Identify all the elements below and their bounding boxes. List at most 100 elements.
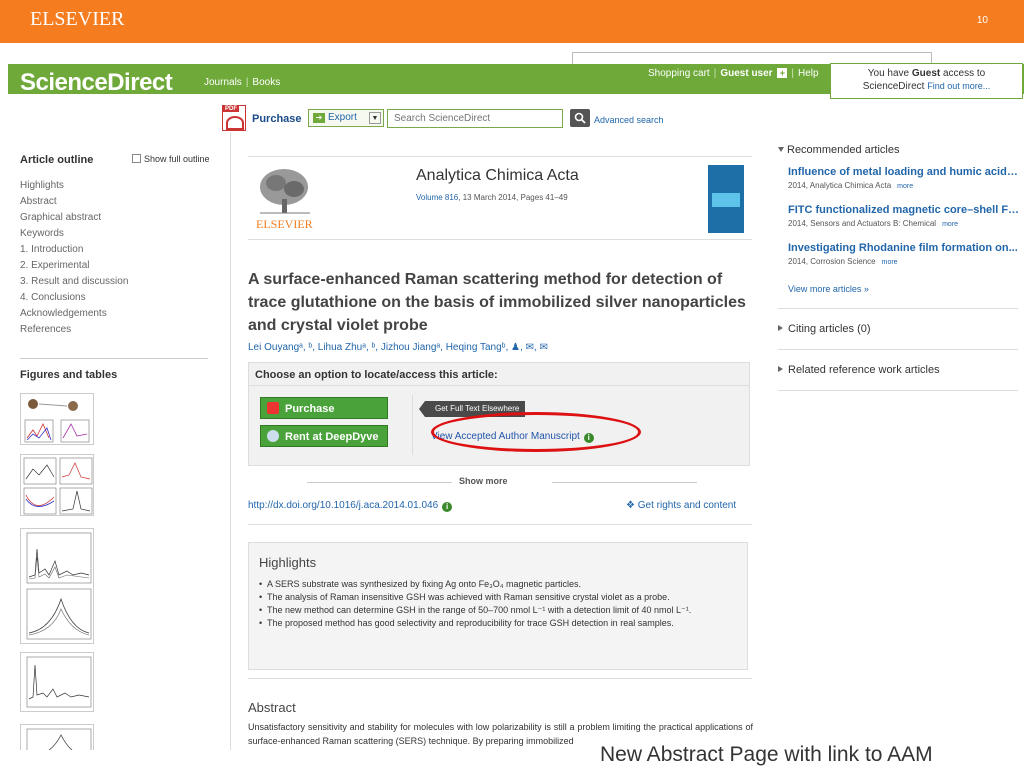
- highlights-list: A SERS substrate was synthesized by fixi…: [259, 578, 737, 630]
- more-link[interactable]: more: [882, 259, 898, 266]
- divider: [20, 358, 208, 359]
- divider: [248, 524, 752, 525]
- outline-item[interactable]: Highlights: [20, 178, 210, 194]
- recommended-article-meta: 2014, Analytica Chimica Acta more: [788, 181, 914, 190]
- nav-books[interactable]: Books: [252, 77, 280, 88]
- highlight-item: A SERS substrate was synthesized by fixi…: [259, 578, 737, 591]
- figures-title: Figures and tables: [20, 369, 118, 381]
- article-title: A surface-enhanced Raman scattering meth…: [248, 271, 746, 334]
- recommended-article-meta: 2014, Sensors and Actuators B: Chemical m…: [788, 219, 959, 228]
- outline-item[interactable]: 2. Experimental: [20, 258, 210, 274]
- figure-thumbnail[interactable]: [20, 528, 94, 644]
- article-main: ELSEVIER Analytica Chimica Acta Volume 8…: [230, 132, 760, 750]
- rent-deepdyve-button[interactable]: Rent at DeepDyve: [260, 425, 388, 447]
- nav-journals[interactable]: Journals: [204, 77, 242, 88]
- divider: [412, 395, 413, 455]
- outline-item[interactable]: Graphical abstract: [20, 210, 210, 226]
- journal-title[interactable]: Analytica Chimica Acta: [416, 167, 579, 185]
- purchase-pdf-link[interactable]: Purchase: [252, 113, 302, 125]
- show-more-toggle[interactable]: Show more: [307, 476, 697, 488]
- doi-link[interactable]: http://dx.doi.org/10.1016/j.aca.2014.01.…: [248, 500, 453, 512]
- slide-caption: New Abstract Page with link to AAM: [600, 743, 933, 766]
- outline-item[interactable]: 1. Introduction: [20, 242, 210, 258]
- article-toolbar: PDF Purchase ➔Export ▼ Advanced search: [222, 105, 702, 135]
- browser-screenshot: ScienceDirect Journals | Books Shopping ca…: [0, 48, 1024, 750]
- figure-thumbnail[interactable]: [20, 652, 94, 712]
- checkbox[interactable]: [132, 154, 141, 163]
- outline-item[interactable]: Acknowledgements: [20, 306, 210, 322]
- collapse-icon: [778, 147, 784, 152]
- info-icon[interactable]: i: [442, 502, 453, 512]
- recommended-articles-header[interactable]: Recommended articles: [778, 144, 1018, 156]
- outline-item[interactable]: Keywords: [20, 226, 210, 242]
- sciencedirect-logo[interactable]: ScienceDirect: [20, 69, 173, 97]
- elsevier-logo-text: ELSEVIER: [256, 217, 313, 231]
- slide-header-bar: ELSEVIER 10: [0, 0, 1024, 43]
- shopping-cart-link[interactable]: Shopping cart: [648, 68, 710, 79]
- author-list[interactable]: Lei Ouyangᵃ, ᵇ, Lihua Zhuᵃ, ᵇ, Jizhou Ji…: [248, 342, 548, 353]
- top-nav: Journals | Books: [204, 77, 281, 88]
- abstract-title: Abstract: [248, 700, 296, 715]
- expand-icon: [778, 325, 783, 331]
- help-link[interactable]: Help: [798, 68, 819, 79]
- outline-item[interactable]: 3. Result and discussion: [20, 274, 210, 290]
- rights-icon: ❖: [626, 500, 635, 511]
- recommended-article: FITC functionalized magnetic core–shell …: [778, 204, 1020, 228]
- purchase-button[interactable]: Purchase: [260, 397, 388, 419]
- slide-page-number: 10: [976, 15, 988, 26]
- figure-thumbnail[interactable]: [20, 454, 94, 516]
- outline-item[interactable]: Abstract: [20, 194, 210, 210]
- expand-icon: [778, 366, 783, 372]
- highlight-item: The proposed method has good selectivity…: [259, 617, 737, 630]
- highlight-item: The new method can determine GSH in the …: [259, 604, 737, 617]
- recommended-article-title[interactable]: Investigating Rhodanine film formation o…: [788, 242, 1020, 254]
- slide-brand: ELSEVIER: [30, 8, 125, 30]
- volume-link[interactable]: Volume 816: [416, 193, 458, 202]
- deepdyve-icon: [267, 430, 279, 442]
- journal-volume: Volume 816, 13 March 2014, Pages 41–49: [416, 193, 568, 202]
- outline-item[interactable]: 4. Conclusions: [20, 290, 210, 306]
- figure-thumbnail[interactable]: [20, 724, 94, 750]
- figure-thumbnail[interactable]: [20, 393, 94, 445]
- show-full-outline-toggle[interactable]: Show full outline: [132, 154, 210, 164]
- pdf-icon: [267, 402, 279, 414]
- related-reference-section[interactable]: Related reference work articles: [778, 350, 1018, 390]
- highlights-box: Highlights A SERS substrate was synthesi…: [248, 542, 748, 670]
- divider: [778, 390, 1018, 391]
- access-heading: Choose an option to locate/access this a…: [255, 369, 498, 381]
- citing-articles-section[interactable]: Citing articles (0): [778, 309, 1018, 349]
- search-button[interactable]: [570, 109, 590, 127]
- journal-cover-image[interactable]: [708, 165, 744, 233]
- access-options-box: Choose an option to locate/access this a…: [248, 362, 750, 466]
- right-sidebar: Recommended articles Influence of metal …: [778, 144, 1020, 391]
- expand-icon[interactable]: +: [777, 68, 788, 78]
- highlight-annotation-oval: [431, 412, 641, 452]
- search-input[interactable]: [387, 109, 563, 128]
- outline-list: Highlights Abstract Graphical abstract K…: [20, 178, 210, 338]
- pdf-icon[interactable]: PDF: [222, 105, 246, 131]
- recommended-article-title[interactable]: FITC functionalized magnetic core–shell …: [788, 204, 1020, 216]
- outline-item[interactable]: References: [20, 322, 210, 338]
- more-link[interactable]: more: [942, 221, 958, 228]
- find-out-more-link[interactable]: Find out more...: [927, 81, 990, 91]
- recommended-article-title[interactable]: Influence of metal loading and humic aci…: [788, 166, 1020, 178]
- guest-access-notice: You have Guest access to ScienceDirect F…: [830, 63, 1023, 99]
- advanced-search-link[interactable]: Advanced search: [594, 115, 664, 125]
- get-rights-link[interactable]: ❖ Get rights and content: [626, 500, 736, 511]
- user-menu: Shopping cart | Guest user + | Help: [648, 68, 819, 79]
- more-link[interactable]: more: [897, 183, 913, 190]
- recommended-article: Influence of metal loading and humic aci…: [778, 166, 1020, 190]
- chevron-down-icon: ▼: [369, 112, 381, 124]
- article-outline-panel: Article outline Show full outline Highli…: [20, 154, 210, 381]
- search-icon: [574, 112, 586, 124]
- export-arrow-icon: ➔: [313, 113, 325, 123]
- recommended-article: Investigating Rhodanine film formation o…: [778, 242, 1018, 266]
- highlights-title: Highlights: [259, 555, 317, 570]
- highlight-item: The analysis of Raman insensitive GSH wa…: [259, 591, 737, 604]
- export-button[interactable]: ➔ Export ▼: [308, 109, 384, 127]
- journal-banner: ELSEVIER Analytica Chimica Acta Volume 8…: [248, 156, 752, 240]
- recommended-article-meta: 2014, Corrosion Science more: [788, 257, 898, 266]
- divider: [249, 385, 749, 386]
- view-more-articles-link[interactable]: View more articles »: [778, 284, 1018, 294]
- guest-user-link[interactable]: Guest user: [720, 68, 772, 79]
